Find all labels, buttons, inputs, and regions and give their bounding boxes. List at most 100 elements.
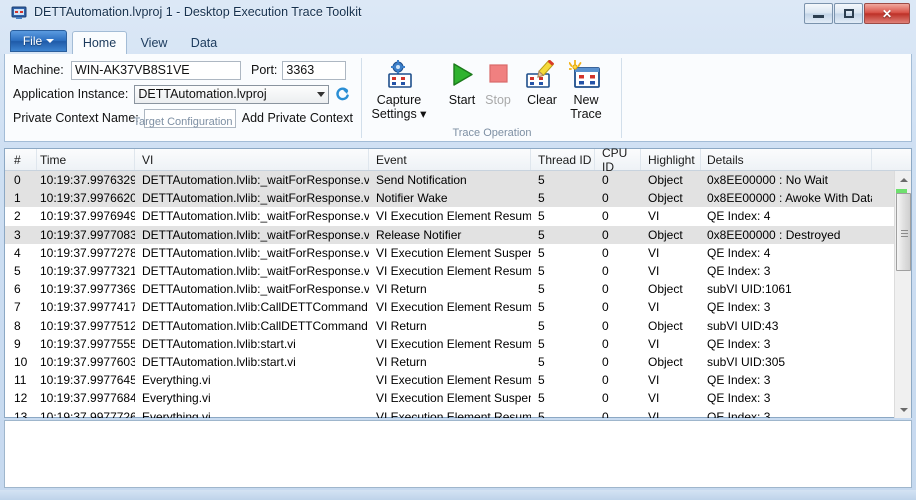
- cell-event: VI Execution Element Suspend: [376, 391, 531, 406]
- table-row[interactable]: 1 10:19:37.9976620 DETTAutomation.lvlib:_w…: [5, 189, 911, 208]
- cell-highlight: VI: [648, 391, 660, 406]
- cell-num: 2: [14, 209, 21, 224]
- column-header-event[interactable]: Event: [371, 149, 531, 170]
- cell-details: QE Index: 3: [707, 373, 771, 388]
- cell-num: 9: [14, 336, 21, 351]
- cell-details: subVI UID:43: [707, 318, 779, 333]
- column-header-details[interactable]: Details: [702, 149, 872, 170]
- table-row[interactable]: 7 10:19:37.9977417 DETTAutomation.lvlib:Ca…: [5, 298, 911, 316]
- table-row[interactable]: 10 10:19:37.9977603 DETTAutomation.lvlib:s…: [5, 353, 911, 371]
- table-row[interactable]: 9 10:19:37.9977555 DETTAutomation.lvlib:st…: [5, 335, 911, 353]
- cell-thread: 5: [538, 173, 545, 188]
- machine-input[interactable]: WIN-AK37VB8S1VE: [71, 60, 241, 80]
- details-panel[interactable]: [4, 420, 912, 488]
- column-header-time[interactable]: Time: [35, 149, 135, 170]
- cell-event: VI Return: [376, 282, 427, 297]
- file-menu-button[interactable]: File: [10, 30, 67, 52]
- column-header-highlight[interactable]: Highlight: [643, 149, 701, 170]
- close-button[interactable]: ✕: [864, 3, 910, 24]
- cell-num: 6: [14, 282, 21, 297]
- cell-cpu: 0: [602, 336, 609, 351]
- table-row[interactable]: 6 10:19:37.9977369 DETTAutomation.lvlib:_w…: [5, 280, 911, 298]
- cell-highlight: Object: [648, 191, 683, 206]
- cell-details: 0x8EE00000 : Destroyed: [707, 227, 841, 242]
- cell-highlight: Object: [648, 282, 683, 297]
- cell-event: VI Execution Element Resume: [376, 336, 531, 351]
- new-trace-label: New Trace: [570, 93, 602, 121]
- cell-time: 10:19:37.9977512: [40, 318, 135, 333]
- trace-operation-group-label: Trace Operation: [452, 127, 532, 139]
- cell-cpu: 0: [602, 409, 609, 418]
- column-header-vi[interactable]: VI: [137, 149, 369, 170]
- cell-num: 1: [14, 191, 21, 206]
- cell-event: Notifier Wake: [376, 191, 448, 206]
- table-row[interactable]: 8 10:19:37.9977512 DETTAutomation.lvlib:Ca…: [5, 317, 911, 335]
- target-configuration-group-label: Target Configuration: [133, 116, 233, 128]
- cell-thread: 5: [538, 245, 545, 260]
- cell-details: QE Index: 3: [707, 409, 771, 418]
- cell-cpu: 0: [602, 209, 609, 224]
- refresh-icon[interactable]: [334, 86, 350, 102]
- cell-highlight: VI: [648, 245, 660, 260]
- cell-time: 10:19:37.9976949: [40, 209, 135, 224]
- cell-event: VI Execution Element Resume: [376, 300, 531, 315]
- cell-event: VI Execution Element Resume: [376, 373, 531, 388]
- table-row[interactable]: 12 10:19:37.9977684 Everything.vi VI Execut…: [5, 389, 911, 407]
- cell-time: 10:19:37.9977417: [40, 300, 135, 315]
- group-separator: [621, 58, 622, 138]
- cell-details: QE Index: 3: [707, 300, 771, 315]
- cell-vi: DETTAutomation.lvlib:CallDETTCommand.vi: [142, 318, 369, 333]
- cell-cpu: 0: [602, 173, 609, 188]
- scroll-up-arrow-icon[interactable]: [895, 171, 912, 188]
- column-header-thread[interactable]: Thread ID: [533, 149, 595, 170]
- new-trace-button[interactable]: New Trace: [557, 60, 615, 121]
- port-label: Port:: [251, 63, 278, 77]
- cell-cpu: 0: [602, 191, 609, 206]
- capture-settings-label: Capture Settings ▾: [372, 93, 427, 121]
- cell-vi: DETTAutomation.lvlib:_waitForResponse.vi: [142, 209, 369, 224]
- app-instance-select[interactable]: DETTAutomation.lvproj: [134, 84, 330, 104]
- cell-vi: DETTAutomation.lvlib:_waitForResponse.vi: [142, 264, 369, 279]
- cell-event: VI Execution Element Resume: [376, 209, 531, 224]
- cell-highlight: VI: [648, 373, 660, 388]
- table-row[interactable]: 13 10:19:37.9977726 Everything.vi VI Execut…: [5, 407, 911, 418]
- cell-num: 11: [14, 373, 27, 388]
- new-trace-icon: [569, 60, 603, 90]
- new-trace-label-line1: New: [573, 93, 599, 107]
- tab-home-label: Home: [82, 36, 117, 50]
- column-header-num[interactable]: #: [9, 149, 37, 170]
- cell-thread: 5: [538, 227, 545, 242]
- port-input[interactable]: 3363: [282, 60, 347, 80]
- capture-settings-button[interactable]: Capture Settings ▾: [370, 60, 428, 121]
- table-row[interactable]: 0 10:19:37.9976329 DETTAutomation.lvlib:_w…: [5, 171, 911, 190]
- chevron-down-icon: [317, 91, 326, 97]
- tab-data[interactable]: Data: [180, 31, 228, 54]
- chevron-down-icon: [46, 39, 55, 43]
- cell-time: 10:19:37.9977684: [40, 391, 135, 406]
- maximize-button[interactable]: [834, 3, 863, 24]
- capture-settings-label-line2: Settings ▾: [371, 107, 427, 121]
- cell-cpu: 0: [602, 354, 609, 369]
- new-trace-label-line2: Trace: [570, 107, 602, 121]
- cell-time: 10:19:37.9976329: [40, 173, 135, 188]
- table-row[interactable]: 11 10:19:37.9977645 Everything.vi VI Execut…: [5, 371, 911, 389]
- cell-vi: DETTAutomation.lvlib:CallDETTCommand.vi: [142, 300, 369, 315]
- table-row[interactable]: 5 10:19:37.9977321 DETTAutomation.lvlib:_w…: [5, 262, 911, 280]
- cell-cpu: 0: [602, 227, 609, 242]
- cell-thread: 5: [538, 209, 545, 224]
- cell-details: 0x8EE00000 : No Wait: [707, 173, 828, 188]
- tab-home[interactable]: Home: [72, 31, 127, 54]
- cell-highlight: Object: [648, 173, 683, 188]
- tab-view[interactable]: View: [130, 31, 178, 54]
- table-row[interactable]: 4 10:19:37.9977278 DETTAutomation.lvlib:_w…: [5, 244, 911, 262]
- scroll-down-arrow-icon[interactable]: [895, 401, 912, 418]
- table-row[interactable]: 3 10:19:37.9977083 DETTAutomation.lvlib:_w…: [5, 225, 911, 244]
- machine-label: Machine:: [13, 63, 64, 77]
- column-header-cpu[interactable]: CPU ID: [597, 146, 641, 174]
- cell-vi: Everything.vi: [142, 373, 211, 388]
- scrollbar-thumb[interactable]: [896, 193, 911, 271]
- table-row[interactable]: 2 10:19:37.9976949 DETTAutomation.lvlib:_w…: [5, 207, 911, 225]
- vertical-scrollbar[interactable]: [894, 171, 911, 418]
- cell-time: 10:19:37.9977369: [40, 282, 135, 297]
- minimize-button[interactable]: [804, 3, 833, 24]
